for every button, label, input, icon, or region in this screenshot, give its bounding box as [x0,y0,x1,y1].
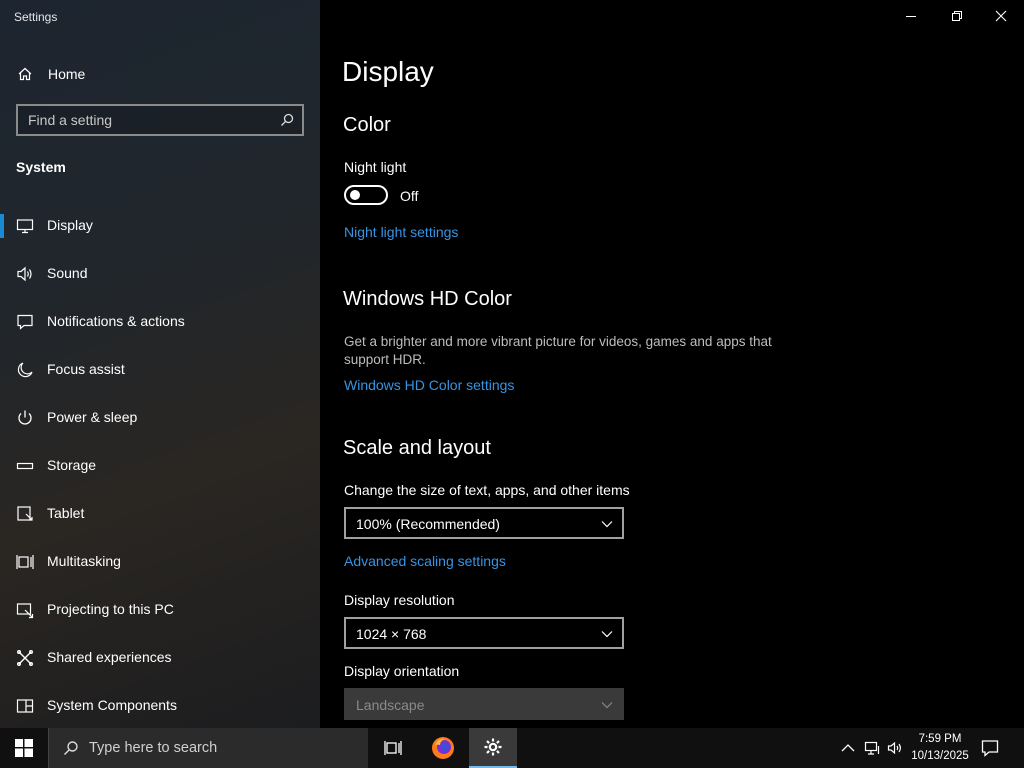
orientation-dropdown[interactable]: Landscape [344,688,624,720]
sidebar-item-label: Shared experiences [47,649,172,665]
orientation-value: Landscape [356,697,425,713]
find-setting-input[interactable] [18,106,302,134]
sidebar-item-sound[interactable]: Sound [0,250,320,298]
chevron-down-icon [601,521,613,528]
sidebar-item-power-sleep[interactable]: Power & sleep [0,394,320,442]
tablet-icon [17,506,33,521]
chevron-up-icon[interactable] [840,740,856,756]
page-title: Display [342,56,434,87]
sidebar-nav: Display Sound Notifications & actions Fo… [0,202,320,730]
color-heading: Color [343,114,391,136]
hd-color-settings-link[interactable]: Windows HD Color settings [344,377,514,393]
app-title: Settings [14,10,58,24]
chevron-down-icon [601,631,613,638]
restore-button[interactable] [934,0,980,32]
resolution-value: 1024 × 768 [356,626,427,642]
hd-color-description: Get a brighter and more vibrant picture … [344,334,772,367]
minimize-button[interactable] [888,0,934,32]
sidebar-item-projecting[interactable]: Projecting to this PC [0,586,320,634]
sidebar-item-label: Projecting to this PC [47,601,174,617]
sidebar-item-multitasking[interactable]: Multitasking [0,538,320,586]
start-button[interactable] [0,728,48,768]
windows-logo-icon [15,739,33,757]
task-view-button[interactable] [369,728,417,768]
power-icon [18,410,32,425]
sidebar-item-label: Notifications & actions [47,313,185,329]
home-nav-item[interactable]: Home [0,58,320,90]
night-light-state: Off [400,188,419,204]
scale-value: 100% (Recommended) [356,516,500,532]
resolution-dropdown[interactable]: 1024 × 768 [344,617,624,649]
scale-dropdown[interactable]: 100% (Recommended) [344,507,624,539]
sidebar-item-tablet[interactable]: Tablet [0,490,320,538]
task-view-icon [384,741,402,755]
firefox-button[interactable] [419,728,467,768]
close-icon [995,10,1007,22]
sidebar-item-label: Focus assist [47,361,125,377]
gear-icon [484,738,502,756]
moon-icon [17,362,33,378]
sidebar-item-notifications[interactable]: Notifications & actions [0,298,320,346]
scale-layout-heading: Scale and layout [343,437,491,459]
sidebar-item-label: Sound [47,265,88,281]
restore-icon [952,11,962,21]
section-label-system: System [16,159,66,175]
find-setting-box[interactable] [16,104,304,136]
settings-taskbar-button[interactable] [469,728,517,768]
advanced-scaling-link[interactable]: Advanced scaling settings [344,553,506,569]
sidebar-item-storage[interactable]: Storage [0,442,320,490]
sidebar-item-label: Power & sleep [47,409,138,425]
size-label: Change the size of text, apps, and other… [344,482,630,498]
taskbar: Type here to search 7:59 PM 10/13/2025 [0,728,1024,768]
taskbar-search-text: Type here to search [89,740,218,756]
sidebar-item-system-components[interactable]: System Components [0,682,320,730]
message-icon [17,314,33,330]
sidebar-item-label: System Components [47,697,177,713]
home-label: Home [48,66,86,82]
speaker-icon [17,266,32,282]
search-icon[interactable] [280,113,294,127]
hd-color-heading: Windows HD Color [343,288,512,310]
clock-time: 7:59 PM [918,733,962,745]
settings-sidebar: Settings Home System Display Sound [0,0,320,728]
action-center-icon[interactable] [980,738,1000,758]
night-light-settings-link[interactable]: Night light settings [344,224,458,240]
chevron-down-icon [601,702,613,709]
clock-date: 10/13/2025 [911,750,969,762]
close-button[interactable] [978,0,1024,32]
monitor-icon [16,219,34,234]
shared-icon [17,650,33,666]
home-icon [18,67,32,81]
network-icon[interactable] [864,740,880,756]
search-icon [64,741,78,755]
night-light-label: Night light [344,159,407,175]
toggle-knob [350,190,360,200]
sidebar-item-label: Display [47,217,93,233]
sidebar-item-display[interactable]: Display [0,202,320,250]
taskbar-search-box[interactable]: Type here to search [48,728,368,768]
storage-icon [16,462,34,470]
taskbar-clock[interactable]: 7:59 PM 10/13/2025 [904,731,976,765]
projecting-icon [16,603,34,619]
firefox-icon [432,737,454,759]
minimize-icon [906,16,916,17]
sidebar-item-label: Multitasking [47,553,121,569]
orientation-label: Display orientation [344,663,460,679]
resolution-label: Display resolution [344,592,455,608]
volume-icon[interactable] [887,740,903,756]
display-settings-page: Display Color Night light Off Night ligh… [320,0,1024,728]
night-light-toggle[interactable] [344,185,388,205]
sidebar-item-focus-assist[interactable]: Focus assist [0,346,320,394]
sidebar-item-label: Storage [47,457,97,473]
multitasking-icon [16,555,34,569]
sidebar-item-label: Tablet [47,505,85,521]
components-icon [16,699,34,713]
sidebar-item-shared-experiences[interactable]: Shared experiences [0,634,320,682]
